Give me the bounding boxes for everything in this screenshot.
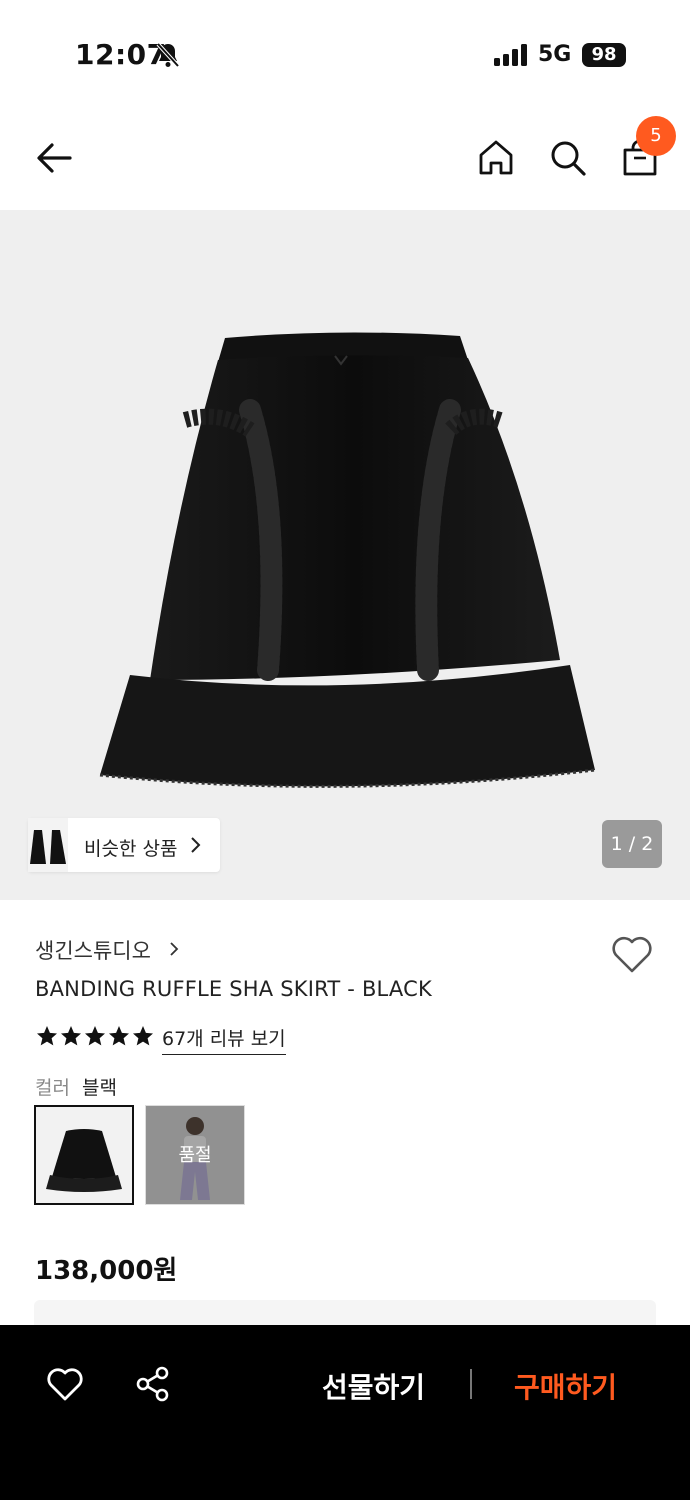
similar-product-thumbnail [28,818,68,872]
status-time: 12:07 [75,38,167,71]
bottom-action-bar: 선물하기 구매하기 [0,1325,690,1500]
back-arrow-icon[interactable] [32,136,76,180]
home-icon[interactable] [474,136,518,180]
color-swatch-soldout[interactable]: 품절 [145,1105,245,1205]
similar-products-button[interactable]: 비슷한 상품 [28,818,220,872]
button-divider [470,1369,472,1399]
share-icon[interactable] [134,1365,172,1403]
soldout-label: 품절 [146,1106,244,1204]
network-type: 5G [538,42,572,67]
color-option-row: 컬러 블랙 [35,1073,117,1100]
gift-button[interactable]: 선물하기 [322,1366,425,1406]
wishlist-heart-icon[interactable] [46,1366,84,1402]
top-nav: 5 [0,110,690,210]
search-icon[interactable] [546,136,590,180]
color-value: 블랙 [81,1077,117,1099]
battery-indicator: 98 [582,43,626,67]
product-title: BANDING RUFFLE SHA SKIRT - BLACK [35,977,432,1001]
chevron-right-icon [170,942,179,956]
swatch-skirt-image [46,1129,122,1192]
bell-muted-icon [156,42,180,68]
chevron-right-icon [191,837,201,853]
product-image-skirt [99,332,596,788]
review-link[interactable]: 67개 리뷰 보기 [162,1024,286,1055]
color-label: 컬러 [35,1077,70,1099]
wishlist-heart-icon[interactable] [610,934,654,974]
cart-count-badge: 5 [636,116,676,156]
product-image-gallery[interactable]: 비슷한 상품 1 / 2 [0,210,690,900]
similar-products-label: 비슷한 상품 [84,838,178,860]
signal-icon [494,44,527,66]
color-swatch-black[interactable] [34,1105,134,1205]
brand-link[interactable]: 생긴스튜디오 [35,935,151,965]
product-price: 138,000원 [35,1256,178,1286]
rating-stars-icon [37,1026,153,1046]
status-bar: 12:07 5G 98 [0,0,690,110]
buy-button[interactable]: 구매하기 [514,1366,617,1406]
image-pager-indicator: 1 / 2 [602,820,662,868]
